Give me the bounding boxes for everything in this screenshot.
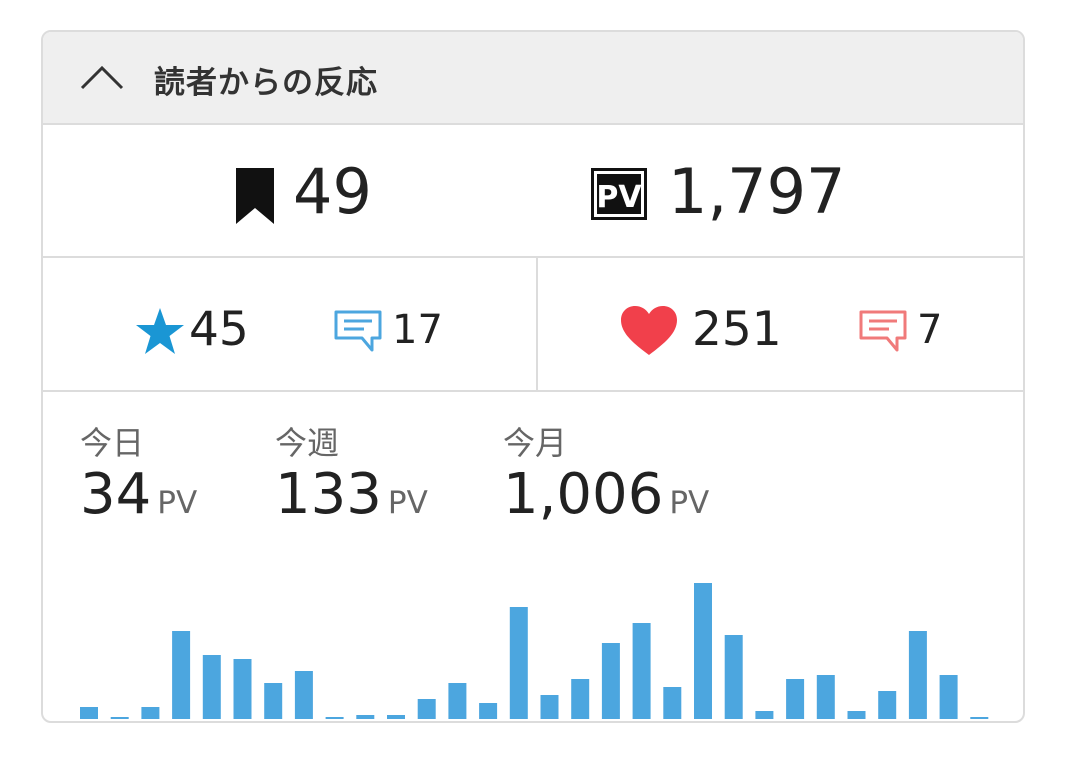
pv-bar-day-16[interactable] — [540, 695, 559, 719]
stat-week: 今週 133 PV — [275, 424, 428, 528]
chevron-up-icon[interactable] — [79, 62, 125, 92]
pv-bar-day-6[interactable] — [233, 659, 252, 719]
pv-bar-day-3[interactable] — [141, 707, 160, 719]
pv-bar-day-1[interactable] — [80, 707, 98, 719]
pv-badge-label: PV — [596, 180, 642, 215]
comment-icon-red — [859, 310, 907, 352]
stat-month-label: 今月 — [503, 424, 568, 462]
heart-count[interactable]: 251 — [692, 302, 782, 357]
stat-week-label: 今週 — [275, 424, 340, 462]
blue-comment-count[interactable]: 17 — [392, 307, 443, 353]
pv-bar-day-20[interactable] — [663, 687, 682, 719]
pv-bar-day-5[interactable] — [202, 655, 221, 719]
pv-bar-day-7[interactable] — [264, 683, 283, 719]
pv-bar-day-22[interactable] — [724, 635, 743, 719]
stat-today: 今日 34 PV — [80, 424, 197, 528]
reader-reactions-panel: 読者からの反応 49 PV 1,797 45 17 251 7 今日 34 PV… — [41, 30, 1025, 723]
reactions-divider — [536, 258, 538, 390]
daily-pv-bar-chart — [80, 583, 989, 719]
panel-header[interactable]: 読者からの反応 — [43, 32, 1023, 125]
pv-stats-section: 今日 34 PV 今週 133 PV 今月 1,006 PV — [43, 392, 1023, 721]
star-icon — [136, 308, 184, 354]
pv-badge-icon: PV — [591, 168, 647, 220]
stat-month-value: 1,006 — [503, 462, 664, 527]
stat-week-unit: PV — [387, 485, 428, 521]
pv-bar-day-24[interactable] — [786, 679, 805, 719]
totals-row: 49 PV 1,797 — [43, 125, 1023, 258]
heart-icon — [621, 306, 677, 355]
pv-bar-day-29[interactable] — [939, 675, 958, 719]
pv-bar-day-21[interactable] — [694, 583, 712, 719]
pv-bar-day-28[interactable] — [908, 631, 927, 719]
panel-title: 読者からの反応 — [154, 65, 378, 101]
stat-today-value: 34 — [80, 462, 152, 527]
red-comment-count[interactable]: 7 — [917, 307, 942, 353]
pv-bar-day-2[interactable] — [110, 717, 129, 719]
bookmark-icon — [236, 168, 274, 224]
pv-bar-day-19[interactable] — [632, 623, 651, 719]
stat-week-value: 133 — [275, 462, 382, 527]
pageview-count: 1,797 — [668, 155, 846, 228]
stat-month-unit: PV — [669, 485, 710, 521]
pv-bar-day-15[interactable] — [509, 607, 528, 719]
pv-bar-day-18[interactable] — [601, 643, 620, 719]
star-count[interactable]: 45 — [189, 302, 249, 357]
pv-bar-day-12[interactable] — [417, 699, 436, 719]
pv-bar-day-17[interactable] — [571, 679, 590, 719]
comment-icon-blue — [334, 310, 382, 352]
pv-bar-day-11[interactable] — [387, 715, 405, 719]
bookmark-count[interactable]: 49 — [293, 155, 372, 228]
pv-bar-day-26[interactable] — [847, 711, 866, 719]
reactions-row: 45 17 251 7 — [43, 258, 1023, 392]
stat-today-unit: PV — [157, 485, 198, 521]
pv-bar-day-30[interactable] — [970, 717, 989, 719]
pv-bar-day-13[interactable] — [448, 683, 467, 719]
pv-bar-day-9[interactable] — [325, 717, 344, 719]
pv-bar-day-4[interactable] — [172, 631, 191, 719]
pv-bar-day-25[interactable] — [816, 675, 835, 719]
pv-bar-day-8[interactable] — [294, 671, 313, 719]
stat-today-label: 今日 — [80, 424, 145, 462]
pv-bar-day-23[interactable] — [755, 711, 774, 719]
pv-bar-day-14[interactable] — [479, 703, 498, 719]
pv-bar-day-10[interactable] — [356, 715, 375, 719]
pv-bar-day-27[interactable] — [878, 691, 897, 719]
stat-month: 今月 1,006 PV — [503, 424, 709, 528]
